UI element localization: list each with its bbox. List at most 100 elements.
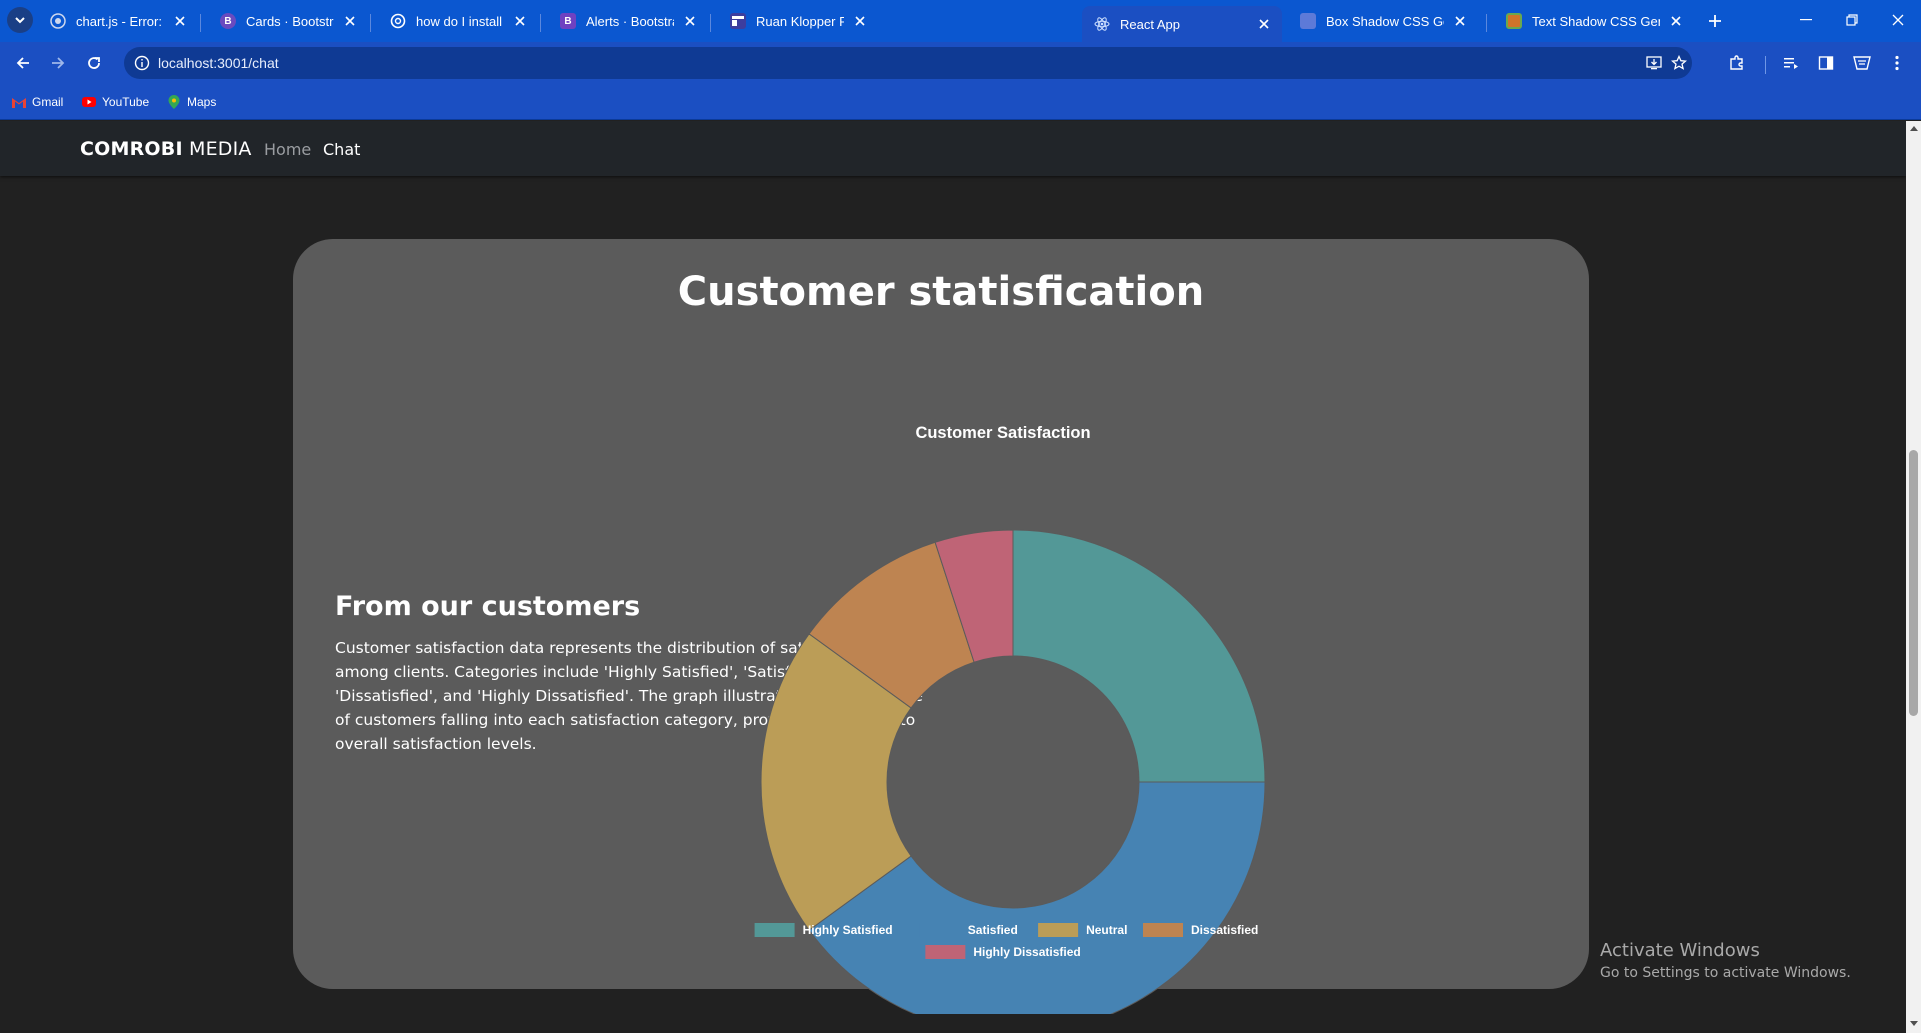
side-panel-icon	[1818, 56, 1834, 70]
react-icon	[1094, 16, 1110, 32]
chatgpt-icon	[390, 13, 406, 29]
address-bar[interactable]: localhost:3001/chat	[124, 47, 1692, 79]
tab-title: chart.js - Error: "category"	[76, 13, 164, 29]
kebab-menu-icon	[1895, 55, 1899, 71]
close-icon[interactable]	[682, 13, 698, 29]
page-scrollbar[interactable]	[1906, 121, 1921, 1033]
legend-swatch[interactable]	[754, 923, 795, 937]
close-icon[interactable]	[852, 13, 868, 29]
brand-bold: COMROBI	[80, 138, 183, 160]
arrow-left-icon	[16, 57, 29, 69]
page-icon	[1506, 13, 1522, 29]
bootstrap-icon: B	[220, 13, 236, 29]
media-controls-button[interactable]	[1777, 49, 1805, 77]
tab-title: Alerts · Bootstrap	[586, 13, 674, 29]
close-window-button[interactable]	[1875, 0, 1921, 40]
satisfaction-doughnut-chart: Customer Satisfaction Highly Satisfied Sa…	[583, 364, 1583, 1033]
page-icon	[1300, 13, 1316, 29]
legend-label[interactable]: Neutral	[1086, 923, 1127, 937]
tab-title: how do I install react rout	[416, 13, 504, 29]
watermark-title: Activate Windows	[1600, 940, 1760, 961]
playlist-icon	[1784, 58, 1798, 69]
bookmark-youtube[interactable]: YouTube	[82, 93, 149, 111]
bookmark-label: YouTube	[102, 95, 150, 109]
close-icon[interactable]	[172, 13, 188, 29]
minimize-icon	[1800, 19, 1812, 21]
chart-title: Customer Satisfaction	[915, 424, 1090, 442]
puzzle-icon	[1730, 55, 1743, 70]
bookmark-star-button[interactable]	[1666, 50, 1692, 76]
url-text[interactable]: localhost:3001/chat	[158, 55, 279, 71]
scroll-down-icon[interactable]	[1910, 1021, 1918, 1026]
legend-label[interactable]: Satisfied	[968, 923, 1018, 937]
close-icon[interactable]	[1452, 13, 1468, 29]
browser-tab[interactable]: chart.js - Error: "category"	[38, 6, 198, 36]
forward-button[interactable]	[44, 49, 72, 77]
legend-swatch[interactable]	[925, 945, 966, 959]
legend-swatch[interactable]	[1038, 923, 1079, 937]
restore-button[interactable]	[1829, 0, 1875, 40]
info-icon[interactable]	[134, 55, 150, 71]
chart-slice-highly-satisfied[interactable]	[1012, 529, 1266, 783]
scroll-up-icon[interactable]	[1910, 126, 1918, 131]
github-icon	[50, 13, 66, 29]
restore-icon	[1846, 14, 1858, 26]
browser-tab[interactable]: Text Shadow CSS Generat	[1494, 6, 1694, 36]
bookmark-label: Maps	[187, 95, 217, 109]
watermark-subtitle: Go to Settings to activate Windows.	[1600, 965, 1851, 981]
satisfaction-card: Customer statisfication From our custome…	[293, 239, 1589, 1033]
side-panel-button[interactable]	[1812, 49, 1840, 77]
browser-menu-button[interactable]	[1883, 49, 1911, 77]
reload-button[interactable]	[80, 49, 108, 77]
browser-tab[interactable]: B Cards · Bootstrap	[208, 6, 368, 36]
close-icon[interactable]	[342, 13, 358, 29]
youtube-icon	[82, 95, 96, 109]
nav-link-home[interactable]: Home	[264, 140, 311, 159]
minimize-button[interactable]	[1783, 0, 1829, 40]
chevron-down-icon	[15, 17, 25, 24]
bookmark-gmail[interactable]: Gmail	[12, 93, 63, 111]
chart-slices	[760, 529, 1266, 1033]
tab-title: Cards · Bootstrap	[246, 13, 334, 29]
browser-tab[interactable]: B Alerts · Bootstrap	[548, 6, 708, 36]
tab-search-button[interactable]	[7, 7, 33, 33]
bookmarks-bar: Gmail YouTube Maps	[0, 84, 1921, 120]
legend-swatch[interactable]	[919, 923, 960, 937]
reload-icon	[88, 57, 100, 69]
legend-label[interactable]: Highly Dissatisfied	[973, 945, 1080, 959]
browser-tab-active[interactable]: React App	[1082, 6, 1282, 42]
legend-label[interactable]: Highly Satisfied	[803, 923, 893, 937]
legend-label[interactable]: Dissatisfied	[1191, 923, 1258, 937]
site-navbar: COMROBI MEDIA Home Chat	[0, 121, 1906, 176]
install-app-button[interactable]	[1641, 50, 1667, 76]
bookmark-label: Gmail	[32, 95, 64, 109]
close-icon[interactable]	[512, 13, 528, 29]
chart-canvas: Customer Satisfaction Highly Satisfied Sa…	[754, 424, 1266, 1033]
close-icon[interactable]	[1256, 16, 1272, 32]
page-viewport: COMROBI MEDIA Home Chat Customer statisf…	[0, 121, 1906, 1033]
browser-tab[interactable]: how do I install react rout	[378, 6, 538, 36]
brand-logo[interactable]: COMROBI MEDIA	[80, 138, 252, 160]
browser-tab-strip: chart.js - Error: "category" B Cards · B…	[0, 0, 1921, 42]
back-button[interactable]	[9, 49, 37, 77]
tab-title: Text Shadow CSS Generat	[1532, 13, 1660, 29]
extensions-button[interactable]	[1723, 49, 1751, 77]
scrollbar-thumb[interactable]	[1909, 450, 1918, 716]
close-icon[interactable]	[1668, 13, 1684, 29]
browser-tab[interactable]: Ruan Klopper Photograph	[718, 6, 878, 36]
bookmark-maps[interactable]: Maps	[167, 93, 216, 111]
maps-icon	[167, 95, 181, 109]
browser-tab[interactable]: Box Shadow CSS Generat	[1288, 6, 1478, 36]
gmail-icon	[12, 95, 26, 109]
nav-link-chat[interactable]: Chat	[323, 140, 360, 159]
bootstrap-icon: B	[560, 13, 576, 29]
profile-icon	[1853, 56, 1871, 70]
star-icon	[1671, 55, 1687, 70]
browser-toolbar: localhost:3001/chat	[0, 42, 1921, 84]
legend-swatch[interactable]	[1143, 923, 1183, 937]
new-tab-button[interactable]	[1702, 8, 1728, 34]
section-title: Customer statisfication	[677, 269, 1205, 315]
install-icon	[1646, 56, 1662, 70]
tab-title: Ruan Klopper Photograph	[756, 13, 844, 29]
profile-button[interactable]	[1848, 49, 1876, 77]
